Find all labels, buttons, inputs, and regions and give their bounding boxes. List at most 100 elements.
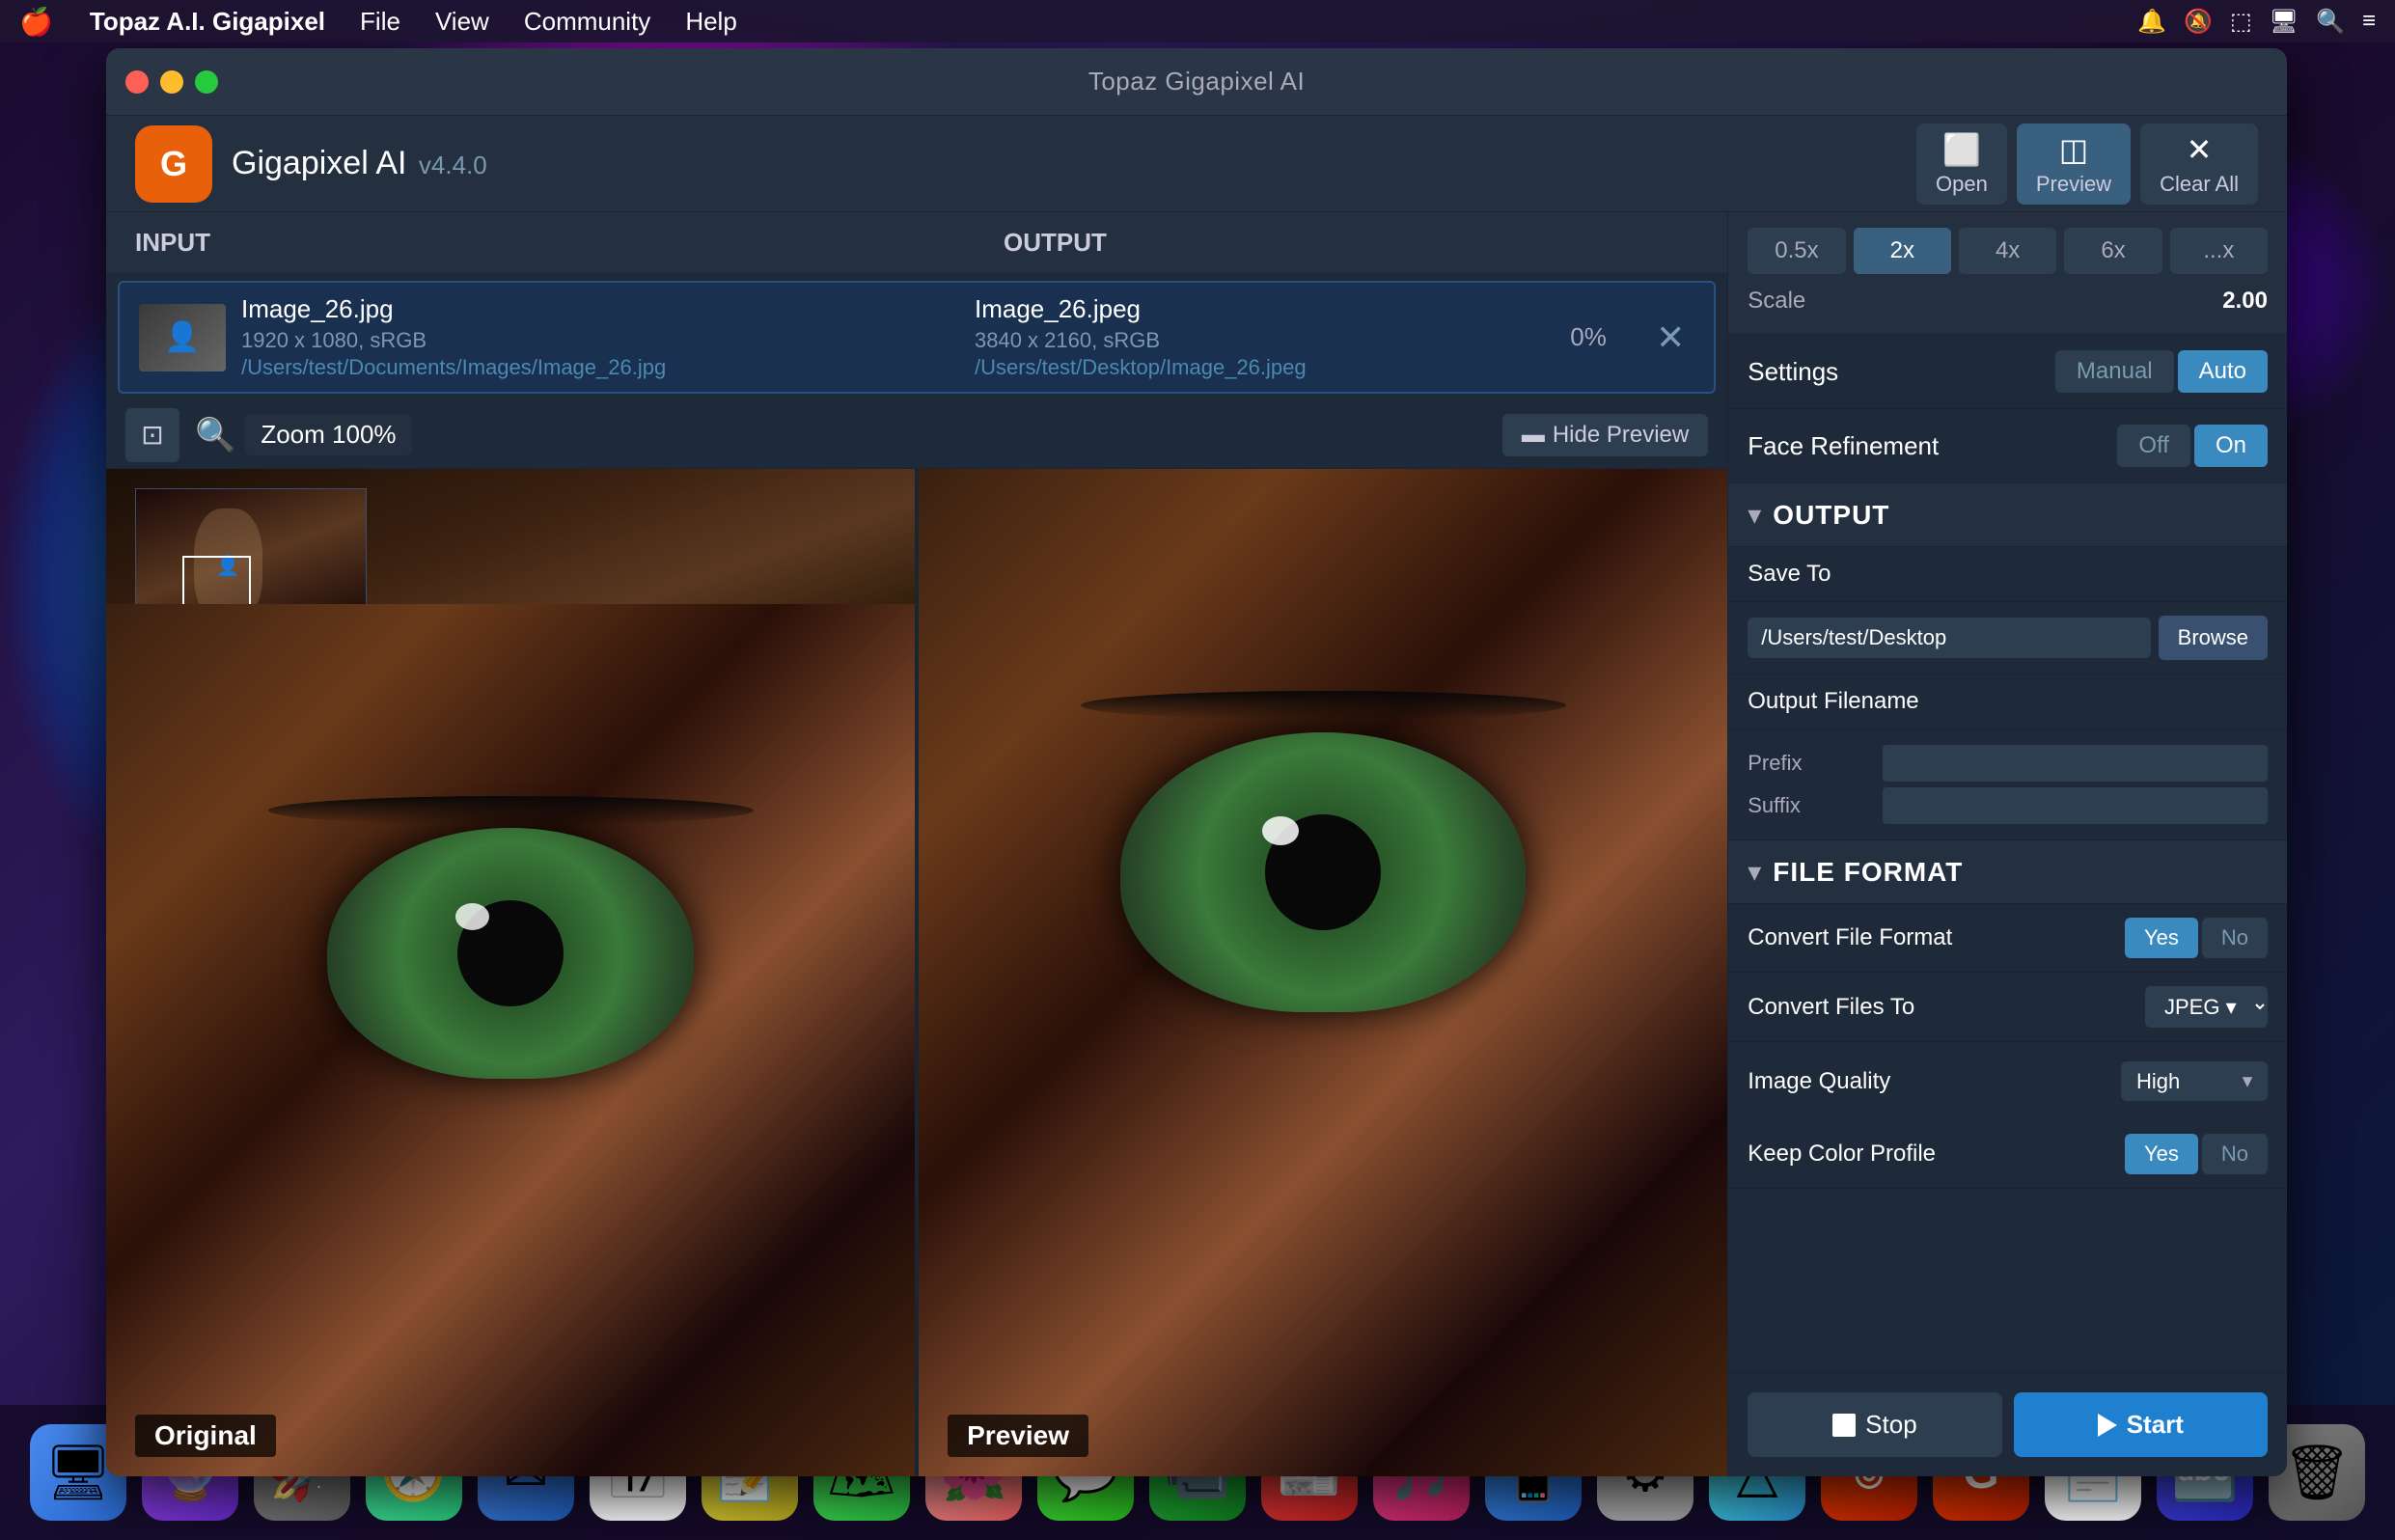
bottom-buttons: Stop Start <box>1728 1372 2287 1476</box>
convert-no-button[interactable]: No <box>2202 918 2268 958</box>
notification-icon-2[interactable]: 🔕 <box>2184 8 2213 36</box>
quality-select[interactable]: Low Medium High Very High <box>2121 1061 2268 1101</box>
menu-app-name[interactable]: Topaz A.I. Gigapixel <box>72 7 343 37</box>
hide-preview-button[interactable]: ▬ Hide Preview <box>1502 414 1708 456</box>
app-version: v4.4.0 <box>419 151 487 179</box>
input-meta: 1920 x 1080, sRGB <box>241 328 975 353</box>
suffix-label: Suffix <box>1748 793 1883 818</box>
image-quality-section: Image Quality Low Medium High Very High <box>1728 1042 2287 1120</box>
preview-toolbar: ⊡ 🔍 Zoom 100% ▬ Hide Preview <box>106 401 1727 469</box>
convert-yes-button[interactable]: Yes <box>2125 918 2198 958</box>
stop-icon <box>1832 1414 1856 1437</box>
prefix-row: Prefix <box>1748 745 2268 782</box>
clear-all-label: Clear All <box>2160 172 2239 197</box>
output-filename-header-row: Output Filename <box>1728 674 2287 729</box>
keep-color-no-button[interactable]: No <box>2202 1134 2268 1174</box>
save-to-path-row: Browse <box>1728 602 2287 674</box>
preview-area: ⊡ 🔍 Zoom 100% ▬ Hide Preview <box>106 401 1727 1476</box>
menu-community[interactable]: Community <box>507 7 668 37</box>
main-window: Topaz Gigapixel AI G Gigapixel AI v4.4.0… <box>106 48 2287 1476</box>
preview-label: Preview <box>948 1415 1088 1457</box>
window-minimize-button[interactable] <box>160 70 183 94</box>
open-icon: ⬜ <box>1942 131 1981 168</box>
header-buttons: ⬜ Open ◫ Preview ✕ Clear All <box>1916 124 2258 205</box>
prefix-input[interactable] <box>1883 745 2268 782</box>
col-output: OUTPUT <box>975 212 1727 273</box>
display-icon[interactable]: 🖥 <box>2270 8 2299 36</box>
original-pane: 👤 <box>106 469 915 1476</box>
manual-button[interactable]: Manual <box>2055 350 2174 393</box>
output-meta: 3840 x 2160, sRGB <box>975 328 1530 353</box>
apple-menu[interactable]: 🍎 <box>0 6 72 38</box>
left-panel: INPUT OUTPUT 👤 Image_26.jpg 1920 x 1080,… <box>106 212 1728 1476</box>
file-info: Image_26.jpg 1920 x 1080, sRGB /Users/te… <box>241 294 975 380</box>
menu-file[interactable]: File <box>343 7 418 37</box>
output-section-header[interactable]: ▾ OUTPUT <box>1728 483 2287 547</box>
scale-4x-button[interactable]: 4x <box>1959 228 2056 274</box>
face-refinement-toggle: Off On <box>2117 425 2268 467</box>
face-off-button[interactable]: Off <box>2117 425 2190 467</box>
search-icon[interactable]: 🔍 <box>2316 8 2345 36</box>
zoom-level: Zoom 100% <box>245 414 411 455</box>
file-thumbnail: 👤 <box>139 304 226 371</box>
file-row[interactable]: 👤 Image_26.jpg 1920 x 1080, sRGB /Users/… <box>118 281 1716 394</box>
preview-pane-right: Preview <box>919 469 1727 1476</box>
airplay-icon[interactable]: ⬚ <box>2230 8 2252 36</box>
format-select[interactable]: JPEG ▾ PNG TIFF <box>2145 986 2268 1028</box>
preview-button[interactable]: ◫ Preview <box>2017 124 2131 205</box>
app-logo: G <box>135 125 212 203</box>
output-filename-label: Output Filename <box>1748 688 1960 715</box>
clear-all-button[interactable]: ✕ Clear All <box>2140 124 2258 205</box>
stop-button[interactable]: Stop <box>1748 1392 2001 1457</box>
keep-color-yes-button[interactable]: Yes <box>2125 1134 2198 1174</box>
scale-05x-button[interactable]: 0.5x <box>1748 228 1845 274</box>
window-controls <box>125 70 218 94</box>
thumb-icon: 👤 <box>164 320 200 354</box>
start-button[interactable]: Start <box>2014 1392 2268 1457</box>
open-button[interactable]: ⬜ Open <box>1916 124 2007 205</box>
scale-row: Scale 2.00 <box>1748 284 2268 318</box>
notification-icon[interactable]: 🔔 <box>2137 8 2166 36</box>
file-format-section-header[interactable]: ▾ FILE FORMAT <box>1728 840 2287 904</box>
face-refinement-label: Face Refinement <box>1748 431 1939 461</box>
keep-color-toggle: Yes No <box>2125 1134 2268 1174</box>
prefix-label: Prefix <box>1748 751 1883 776</box>
zoom-icon[interactable]: 🔍 <box>195 416 235 454</box>
original-label: Original <box>135 1415 276 1457</box>
save-to-row: Save To <box>1728 547 2287 602</box>
output-chevron-icon: ▾ <box>1748 499 1761 531</box>
preview-label: Preview <box>2036 172 2111 197</box>
browse-button[interactable]: Browse <box>2159 616 2268 660</box>
scale-custom-button[interactable]: ...x <box>2170 228 2268 274</box>
menu-bar-right-icons: 🔔 🔕 ⬚ 🖥 🔍 ≡ <box>2137 8 2395 36</box>
suffix-input[interactable] <box>1883 787 2268 824</box>
scale-6x-button[interactable]: 6x <box>2064 228 2161 274</box>
window-close-button[interactable] <box>125 70 149 94</box>
suffix-row: Suffix <box>1748 787 2268 824</box>
settings-row: Settings Manual Auto <box>1728 335 2287 409</box>
scale-section: 0.5x 2x 4x 6x ...x Scale 2.00 <box>1728 212 2287 335</box>
scale-value: 2.00 <box>2222 288 2268 315</box>
control-center-icon[interactable]: ≡ <box>2362 8 2376 35</box>
settings-toggle: Manual Auto <box>2055 350 2268 393</box>
convert-format-label: Convert File Format <box>1748 924 1952 951</box>
menu-view[interactable]: View <box>418 7 507 37</box>
convert-to-label: Convert Files To <box>1748 994 1914 1021</box>
face-on-button[interactable]: On <box>2194 425 2268 467</box>
logo-letter: G <box>160 144 187 184</box>
menu-help[interactable]: Help <box>668 7 754 37</box>
file-remove-button[interactable]: ✕ <box>1646 317 1694 358</box>
play-icon <box>2098 1414 2117 1437</box>
save-to-input[interactable] <box>1748 618 2150 658</box>
preview-icon: ◫ <box>2059 131 2088 168</box>
image-quality-label: Image Quality <box>1748 1068 1890 1095</box>
scale-2x-button[interactable]: 2x <box>1854 228 1951 274</box>
layout-button[interactable]: ⊡ <box>125 408 179 462</box>
save-to-label: Save To <box>1748 561 1960 588</box>
input-path: /Users/test/Documents/Images/Image_26.jp… <box>241 355 975 380</box>
window-maximize-button[interactable] <box>195 70 218 94</box>
zoom-container: 🔍 Zoom 100% <box>195 414 412 455</box>
hide-preview-label: Hide Preview <box>1553 422 1689 449</box>
auto-button[interactable]: Auto <box>2178 350 2268 393</box>
menu-bar: 🍎 Topaz A.I. Gigapixel File View Communi… <box>0 0 2395 42</box>
